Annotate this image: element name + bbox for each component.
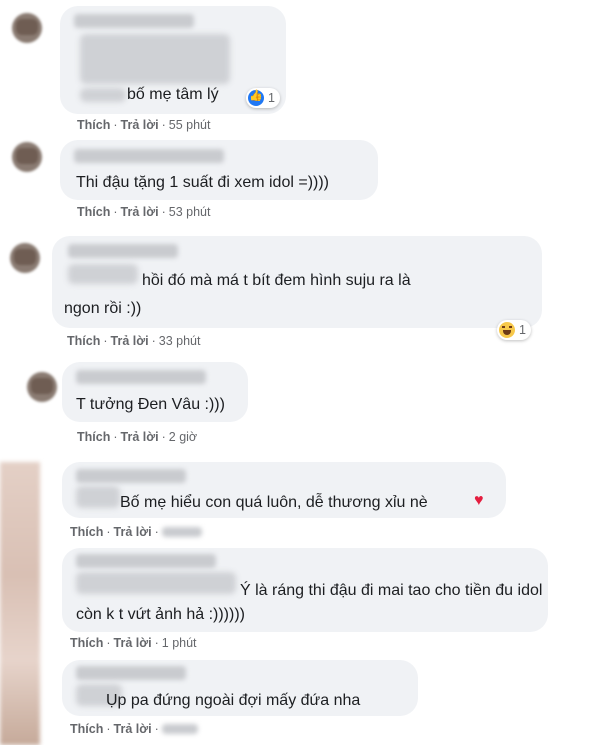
comment-bubble: T tưởng Đen Vâu :))) — [62, 362, 248, 422]
comment-actions: Thích · Trả lời · 2 giờ — [77, 430, 198, 444]
avatar[interactable] — [27, 372, 57, 402]
commenter-name-blurred[interactable] — [76, 370, 206, 384]
comment-text: Ụp pa đứng ngoài đợi mấy đứa nha — [106, 692, 361, 709]
timestamp[interactable]: 1 phút — [162, 636, 197, 650]
reaction-count[interactable]: 1 — [497, 320, 531, 340]
comment-bubble: Bố mẹ hiểu con quá luôn, dễ thương xỉu n… — [62, 462, 506, 518]
avatar[interactable] — [12, 13, 42, 43]
heart-icon: ♥ — [474, 492, 484, 509]
comment-actions: Thích · Trả lời · 33 phút — [67, 334, 201, 348]
commenter-name-blurred[interactable] — [76, 666, 186, 680]
commenter-name-blurred[interactable] — [74, 14, 194, 28]
comment-actions: Thích · Trả lời · 55 phút — [77, 118, 211, 132]
timestamp[interactable]: 55 phút — [169, 118, 211, 132]
commenter-name-blurred[interactable] — [74, 149, 224, 163]
comment-text-line-2: còn k t vứt ảnh hả :)))))) — [76, 606, 245, 623]
comment-actions: Thích · Trả lời · — [70, 525, 202, 539]
like-button[interactable]: Thích — [77, 118, 110, 132]
comment-actions: Thích · Trả lời · 53 phút — [77, 205, 211, 219]
commenter-name-blurred[interactable] — [76, 469, 186, 483]
comment-bubble: hồi đó mà má t bít đem hình suju ra là n… — [52, 236, 542, 328]
comment-actions: Thích · Trả lời · — [70, 722, 198, 736]
haha-icon — [499, 322, 515, 338]
like-button[interactable]: Thích — [77, 430, 110, 444]
comment-text-line-2: ngon rồi :)) — [64, 300, 142, 317]
like-button[interactable]: Thích — [70, 525, 103, 539]
blurred-text — [68, 264, 138, 284]
comment-text-line-1: hồi đó mà má t bít đem hình suju ra là — [142, 272, 411, 289]
comment-actions: Thích · Trả lời · 1 phút — [70, 636, 197, 650]
reply-button[interactable]: Trả lời — [121, 205, 159, 219]
reply-button[interactable]: Trả lời — [114, 722, 152, 736]
comment-text: Thi đậu tặng 1 suất đi xem idol =)))) — [76, 174, 330, 191]
comment-text: T tưởng Đen Vâu :))) — [76, 396, 225, 413]
commenter-name-blurred[interactable] — [68, 244, 178, 258]
reply-button[interactable]: Trả lời — [114, 636, 152, 650]
comment-bubble: Ý là ráng thi đậu đi mai tao cho tiền đu… — [62, 548, 548, 632]
reply-button[interactable]: Trả lời — [111, 334, 149, 348]
avatar[interactable] — [12, 142, 42, 172]
timestamp[interactable]: 53 phút — [169, 205, 211, 219]
blurred-timestamp — [161, 724, 198, 734]
comment-text-line-1: Ý là ráng thi đậu đi mai tao cho tiền đu… — [240, 582, 543, 599]
avatar[interactable] — [10, 243, 40, 273]
comment-text: Bố mẹ hiểu con quá luôn, dễ thương xỉu n… — [120, 494, 428, 511]
blurred-text — [76, 486, 120, 508]
blurred-text — [80, 34, 230, 84]
comment-text: bố mẹ tâm lý — [127, 86, 219, 103]
comment-bubble: Ụp pa đứng ngoài đợi mấy đứa nha — [62, 660, 418, 716]
blurred-avatar-strip — [0, 462, 40, 745]
blurred-text — [76, 572, 236, 594]
timestamp[interactable]: 33 phút — [159, 334, 201, 348]
commenter-name-blurred[interactable] — [76, 554, 216, 568]
like-icon — [248, 89, 264, 106]
like-button[interactable]: Thích — [67, 334, 100, 348]
timestamp[interactable]: 2 giờ — [169, 430, 197, 444]
blurred-text — [80, 88, 126, 102]
blurred-timestamp — [161, 527, 202, 537]
like-button[interactable]: Thích — [70, 722, 103, 736]
reply-button[interactable]: Trả lời — [121, 118, 159, 132]
comment-bubble: Thi đậu tặng 1 suất đi xem idol =)))) — [60, 140, 378, 200]
reply-button[interactable]: Trả lời — [121, 430, 159, 444]
reply-button[interactable]: Trả lời — [114, 525, 152, 539]
reaction-count[interactable]: 1 — [246, 88, 280, 108]
like-button[interactable]: Thích — [77, 205, 110, 219]
like-button[interactable]: Thích — [70, 636, 103, 650]
